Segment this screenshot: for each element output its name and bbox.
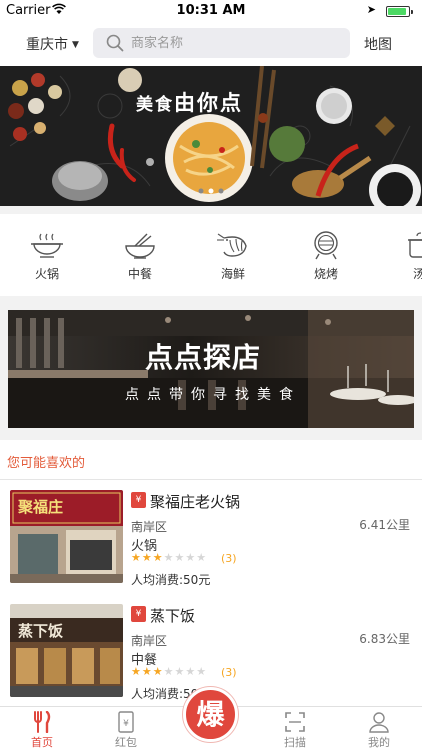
banner-title: 美食由你点	[136, 87, 243, 117]
promo-banner[interactable]: 美食由你点	[0, 66, 422, 206]
star-filled-icon: ★	[131, 551, 142, 564]
discount-tag-icon: ¥	[131, 606, 146, 622]
star-empty-icon: ★	[163, 551, 175, 564]
soup-pot-icon	[408, 232, 422, 258]
city-selector[interactable]: 重庆市 ▼	[26, 34, 79, 54]
star-empty-icon: ★	[174, 551, 186, 564]
battery-level	[388, 8, 406, 15]
category-soup[interactable]: 汤	[394, 230, 422, 282]
red-envelope-icon: ¥	[118, 711, 134, 733]
search-icon	[106, 34, 124, 52]
star-empty-icon: ★	[196, 551, 208, 564]
discount-tag-icon: ¥	[131, 492, 146, 508]
location-arrow-icon: ➤	[366, 3, 376, 16]
chinese-food-icon	[125, 233, 155, 259]
star-empty-icon: ★	[185, 551, 197, 564]
star-empty-icon: ★	[174, 665, 186, 678]
recommend-section: 您可能喜欢的 聚福庄 ¥ 聚福庄老火锅 南岸区 6.41公里 火锅 ★★★★★★…	[0, 440, 422, 706]
explore-title: 点点探店	[145, 341, 262, 374]
svg-text:¥: ¥	[123, 719, 129, 729]
fork-knife-icon	[34, 711, 51, 733]
star-rating: ★★★★★★★	[131, 551, 207, 564]
restaurant-name: 聚福庄老火锅	[150, 493, 241, 511]
tab-scan[interactable]: 扫描	[265, 707, 325, 750]
search-box[interactable]	[93, 28, 350, 58]
top-nav: 重庆市 ▼ 地图	[0, 22, 422, 66]
banner-page-indicator	[198, 188, 224, 194]
star-filled-icon: ★	[141, 665, 153, 678]
star-empty-icon: ★	[163, 665, 175, 678]
tab-label: 我的	[368, 736, 390, 749]
category-label: 中餐	[127, 267, 152, 281]
star-filled-icon: ★	[152, 665, 164, 678]
category-bar: 火锅 中餐 海鲜 烧烤 汤	[0, 214, 422, 296]
shop-sign-text: 聚福庄	[17, 498, 63, 516]
restaurant-name: 蒸下饭	[150, 607, 196, 625]
restaurant-distance: 6.83公里	[359, 632, 410, 646]
banner-title-prefix: 美食	[136, 95, 174, 115]
tab-label: 首页	[31, 736, 53, 749]
banner-title-main: 由你点	[174, 91, 243, 115]
chevron-down-icon: ▼	[72, 40, 79, 50]
category-seafood[interactable]: 海鲜	[208, 230, 258, 282]
category-label: 烧烤	[313, 267, 338, 281]
bbq-grill-icon	[314, 231, 338, 260]
city-label: 重庆市	[26, 37, 68, 53]
shop-sign-text: 蒸下饭	[18, 622, 63, 640]
scan-icon	[285, 712, 305, 732]
star-filled-icon: ★	[152, 551, 164, 564]
explore-banner[interactable]: 点点探店 点点带你寻找美食	[8, 310, 414, 428]
star-filled-icon: ★	[141, 551, 153, 564]
category-bbq[interactable]: 烧烤	[301, 230, 351, 282]
map-button[interactable]: 地图	[364, 34, 392, 54]
restaurant-photo: 蒸下饭	[10, 604, 123, 697]
review-count: (3)	[221, 552, 237, 565]
category-label: 汤	[412, 267, 422, 281]
category-label: 火锅	[34, 267, 59, 281]
restaurant-area: 南岸区	[131, 520, 168, 534]
tab-label: 红包	[115, 736, 137, 749]
tab-mine[interactable]: 我的	[349, 707, 409, 750]
tab-redpacket[interactable]: ¥ 红包	[96, 707, 156, 750]
tab-label: 扫描	[284, 736, 306, 749]
clock: 10:31 AM	[176, 3, 246, 18]
avg-price: 人均消费:50元	[131, 573, 211, 587]
hotpot-icon	[31, 233, 63, 258]
list-item[interactable]: 聚福庄 ¥ 聚福庄老火锅 南岸区 6.41公里 火锅 ★★★★★★★ (3) 人…	[0, 480, 422, 590]
category-chinese[interactable]: 中餐	[115, 230, 165, 282]
star-filled-icon: ★	[131, 665, 142, 678]
search-input[interactable]	[131, 28, 341, 58]
star-rating: ★★★★★★★	[131, 665, 207, 678]
shrimp-icon	[217, 233, 247, 257]
restaurant-area: 南岸区	[131, 634, 168, 648]
star-empty-icon: ★	[185, 665, 197, 678]
star-empty-icon: ★	[196, 665, 208, 678]
section-title: 您可能喜欢的	[7, 456, 86, 471]
review-count: (3)	[221, 666, 237, 679]
category-hotpot[interactable]: 火锅	[22, 230, 72, 282]
hot-deals-button[interactable]: 爆	[183, 687, 238, 742]
explore-subtitle: 点点带你寻找美食	[125, 387, 301, 403]
category-label: 海鲜	[220, 267, 245, 281]
battery-icon	[386, 6, 413, 17]
tab-home[interactable]: 首页	[12, 707, 72, 750]
status-bar: Carrier 10:31 AM ➤	[0, 0, 422, 22]
restaurant-photo: 聚福庄	[10, 490, 123, 583]
user-icon	[369, 712, 389, 733]
restaurant-distance: 6.41公里	[359, 518, 410, 532]
